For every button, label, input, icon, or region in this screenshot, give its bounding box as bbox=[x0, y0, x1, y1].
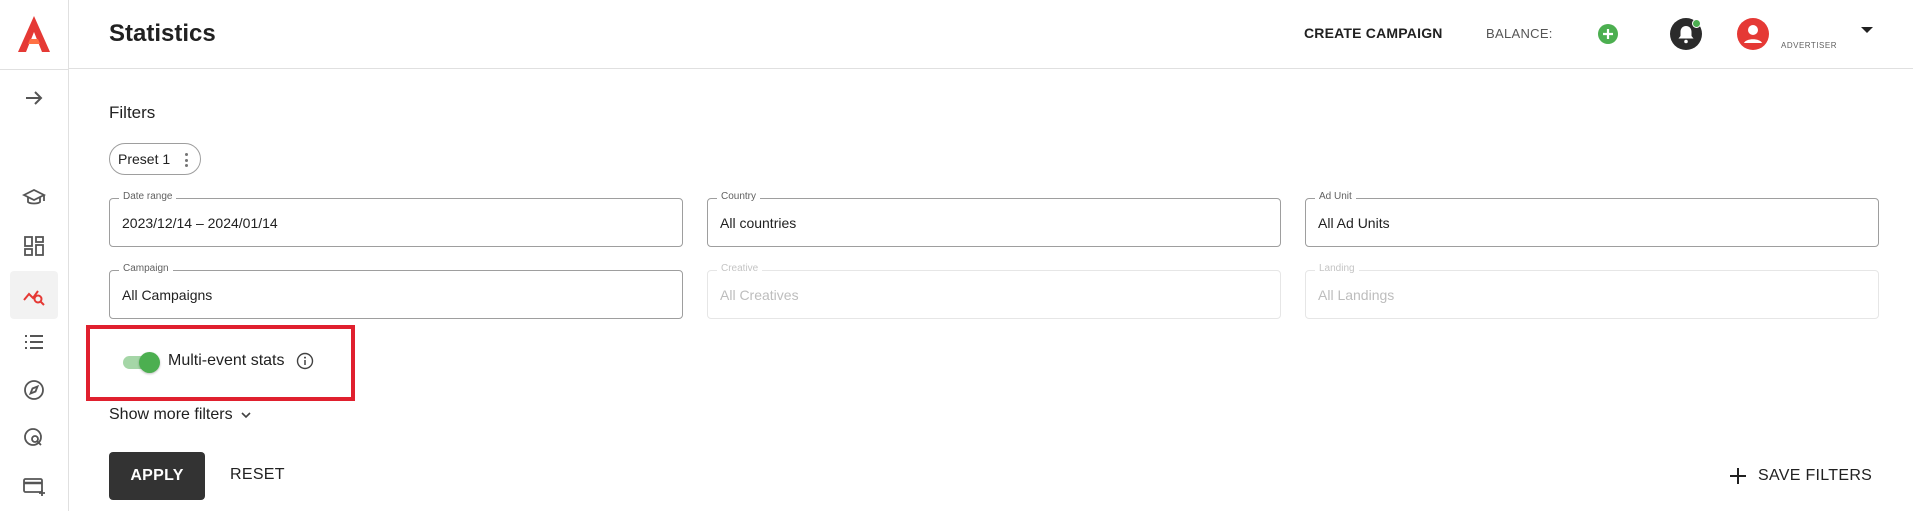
ad-unit-field[interactable]: Ad Unit All Ad Units bbox=[1305, 191, 1879, 247]
sidebar-item-academy[interactable] bbox=[10, 174, 58, 222]
chevron-down-icon[interactable] bbox=[1861, 27, 1873, 33]
multi-event-toggle[interactable] bbox=[121, 352, 160, 373]
page-title: Statistics bbox=[109, 20, 216, 47]
search-globe-icon bbox=[24, 428, 42, 446]
country-value: All countries bbox=[720, 215, 797, 231]
add-card-icon bbox=[23, 478, 45, 496]
creative-value: All Creatives bbox=[720, 287, 799, 303]
sidebar-item-list[interactable] bbox=[10, 318, 58, 366]
sidebar-divider bbox=[0, 69, 69, 70]
statistics-icon bbox=[23, 290, 45, 306]
filters-heading: Filters bbox=[109, 103, 156, 122]
ad-unit-label: Ad Unit bbox=[1315, 191, 1356, 202]
info-icon[interactable] bbox=[296, 352, 314, 370]
date-range-label: Date range bbox=[119, 191, 177, 202]
preset-chip-label: Preset 1 bbox=[118, 151, 171, 167]
landing-value: All Landings bbox=[1318, 287, 1395, 303]
landing-field: Landing All Landings bbox=[1305, 263, 1879, 319]
show-more-filters-label: Show more filters bbox=[109, 406, 233, 423]
list-icon bbox=[25, 335, 43, 349]
user-icon bbox=[1744, 25, 1762, 43]
app-logo[interactable] bbox=[14, 14, 54, 54]
creative-label: Creative bbox=[717, 263, 763, 274]
date-range-field[interactable]: Date range 2023/12/14 – 2024/01/14 bbox=[109, 191, 683, 247]
sidebar-item-search[interactable] bbox=[10, 414, 58, 462]
dashboard-icon bbox=[24, 236, 44, 256]
sidebar bbox=[0, 0, 69, 511]
sidebar-expand-button[interactable] bbox=[10, 74, 58, 122]
add-balance-button[interactable] bbox=[1598, 24, 1618, 44]
campaign-label: Campaign bbox=[119, 263, 173, 274]
more-vert-icon[interactable] bbox=[185, 153, 189, 167]
plus-icon bbox=[1730, 468, 1746, 484]
sidebar-item-billing[interactable] bbox=[10, 462, 58, 510]
save-filters-label: SAVE FILTERS bbox=[1758, 467, 1873, 484]
toggle-thumb bbox=[139, 352, 160, 373]
compass-icon bbox=[24, 380, 44, 400]
campaign-field[interactable]: Campaign All Campaigns bbox=[109, 263, 683, 319]
graduation-cap-icon bbox=[22, 188, 46, 205]
apply-button[interactable]: APPLY bbox=[109, 452, 205, 500]
sidebar-item-explore[interactable] bbox=[10, 366, 58, 414]
sidebar-item-statistics[interactable] bbox=[10, 271, 58, 319]
show-more-filters-button[interactable]: Show more filters bbox=[109, 406, 253, 424]
save-filters-button[interactable]: SAVE FILTERS bbox=[1730, 462, 1872, 490]
sidebar-item-dashboard[interactable] bbox=[10, 222, 58, 270]
landing-label: Landing bbox=[1315, 263, 1359, 274]
create-campaign-button[interactable]: CREATE CAMPAIGN bbox=[1304, 25, 1443, 41]
top-header: Statistics CREATE CAMPAIGN BALANCE: ADVE… bbox=[69, 0, 1913, 69]
date-range-value: 2023/12/14 – 2024/01/14 bbox=[122, 215, 278, 231]
country-field[interactable]: Country All countries bbox=[707, 191, 1281, 247]
ad-unit-value: All Ad Units bbox=[1318, 215, 1390, 231]
balance-label: BALANCE: bbox=[1486, 26, 1553, 41]
creative-field: Creative All Creatives bbox=[707, 263, 1281, 319]
multi-event-label: Multi-event stats bbox=[168, 352, 285, 369]
plus-icon bbox=[1603, 29, 1613, 39]
campaign-value: All Campaigns bbox=[122, 287, 213, 303]
country-label: Country bbox=[717, 191, 761, 202]
user-avatar[interactable] bbox=[1737, 18, 1769, 50]
preset-chip[interactable]: Preset 1 bbox=[109, 143, 201, 175]
reset-button[interactable]: RESET bbox=[230, 466, 285, 484]
notification-badge bbox=[1692, 19, 1701, 28]
user-role-label: ADVERTISER bbox=[1781, 41, 1837, 50]
arrow-right-icon bbox=[26, 91, 43, 105]
chevron-down-icon bbox=[241, 412, 251, 419]
